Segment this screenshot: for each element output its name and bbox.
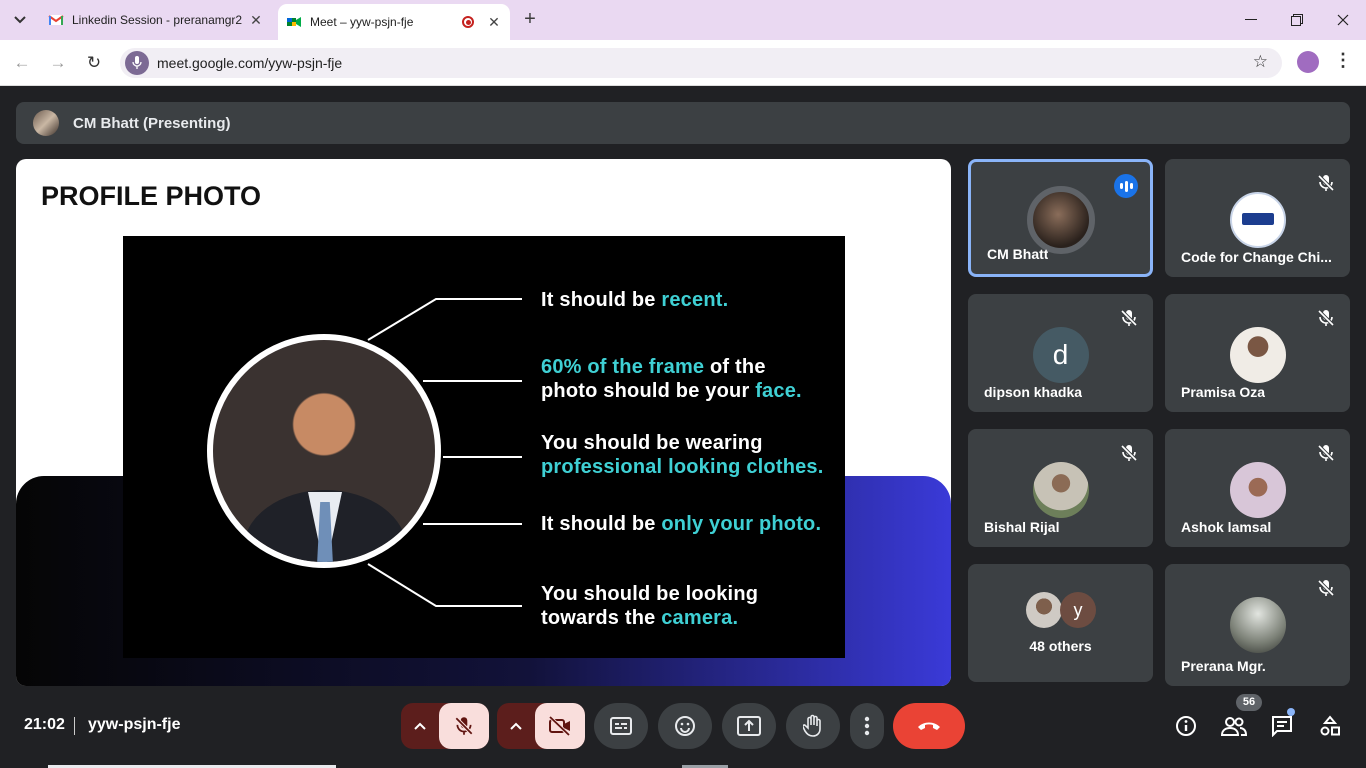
browser-menu-icon[interactable]: ⋮ [1334, 50, 1352, 71]
reactions-button[interactable] [658, 703, 712, 749]
participant-avatar: d [1032, 327, 1089, 383]
presenting-bar: CM Bhatt (Presenting) [16, 102, 1350, 144]
meeting-details-icon[interactable] [1172, 712, 1200, 740]
participant-tile[interactable]: Code for Change Chi... [1165, 159, 1350, 277]
mic-off-icon [1316, 578, 1336, 598]
participant-tile[interactable]: Prerana Mgr. [1165, 564, 1350, 686]
url-text: meet.google.com/yyw-psjn-fje [157, 55, 343, 71]
slide-content: It should be recent. 60% of the frame of… [123, 236, 845, 658]
participant-name: CM Bhatt [987, 246, 1049, 262]
recording-icon [462, 16, 474, 28]
others-count: 48 others [1029, 638, 1092, 654]
restore-button[interactable] [1274, 0, 1320, 40]
forward-arrow-icon[interactable]: → [46, 51, 70, 75]
mic-off-icon [455, 716, 474, 736]
participant-tile[interactable]: CM Bhatt [968, 159, 1153, 277]
camera-off-icon [548, 716, 571, 736]
participant-tile[interactable]: Pramisa Oza [1165, 294, 1350, 412]
speaking-indicator-icon [1114, 174, 1138, 198]
participant-name: Code for Change Chi... [1181, 249, 1332, 265]
others-tile[interactable]: y 48 others [968, 564, 1153, 682]
presenter-label: CM Bhatt (Presenting) [73, 114, 231, 132]
participant-avatar [1229, 462, 1286, 518]
audio-options-chevron-icon[interactable] [401, 703, 439, 749]
hand-icon [803, 714, 821, 737]
close-window-button[interactable] [1320, 0, 1366, 40]
raise-hand-button[interactable] [786, 703, 840, 749]
more-vert-icon [864, 716, 870, 736]
present-screen-icon [737, 716, 761, 736]
participant-name: Prerana Mgr. [1181, 658, 1266, 674]
more-options-button[interactable] [850, 703, 884, 749]
participant-avatar [1032, 462, 1089, 518]
mic-off-icon [1316, 443, 1336, 463]
activities-icon[interactable] [1316, 712, 1344, 740]
tab-gmail[interactable]: Linkedin Session - preranamgr2 ✕ [40, 0, 272, 40]
browser-toolbar: ← → ↻ meet.google.com/yyw-psjn-fje ☆ ⋮ [0, 40, 1366, 86]
participant-avatar [1229, 597, 1286, 653]
tab-title: Linkedin Session - preranamgr2 [72, 13, 243, 27]
tab-strip: Linkedin Session - preranamgr2 ✕ Meet – … [0, 0, 1366, 40]
camera-control-group [497, 703, 585, 749]
toggle-microphone-button[interactable] [439, 703, 489, 749]
participant-tile[interactable]: d dipson khadka [968, 294, 1153, 412]
participant-count-badge: 56 [1236, 694, 1262, 711]
gmail-icon [48, 15, 64, 25]
new-tab-button[interactable]: + [518, 8, 542, 32]
mic-off-icon [1119, 443, 1139, 463]
emoji-icon [675, 716, 695, 736]
slide-point: You should be looking towards the camera… [541, 583, 759, 629]
captions-icon [610, 717, 632, 735]
participant-name: Pramisa Oza [1181, 384, 1266, 400]
unread-chat-dot [1287, 708, 1295, 716]
slide-title: PROFILE PHOTO [41, 181, 262, 211]
captions-button[interactable] [594, 703, 648, 749]
profile-photo-example [207, 334, 441, 568]
microphone-in-use-icon[interactable] [125, 51, 149, 75]
bookmark-star-icon[interactable]: ☆ [1253, 52, 1268, 72]
participant-name: Ashok lamsal [1181, 519, 1272, 535]
address-bar[interactable]: meet.google.com/yyw-psjn-fje ☆ [120, 48, 1282, 78]
people-icon[interactable] [1220, 712, 1248, 740]
tab-search-chevron-icon[interactable] [8, 8, 32, 32]
divider [74, 717, 75, 735]
video-options-chevron-icon[interactable] [497, 703, 535, 749]
end-call-icon [918, 722, 940, 730]
slide-point: It should be only your photo. [541, 513, 822, 535]
mic-off-icon [1119, 308, 1139, 328]
participant-avatar [1229, 192, 1286, 248]
chat-icon[interactable] [1268, 712, 1296, 740]
toggle-camera-button[interactable] [535, 703, 585, 749]
present-button[interactable] [722, 703, 776, 749]
mic-off-icon [1316, 308, 1336, 328]
participant-avatar [1229, 327, 1286, 383]
shared-screen: PROFILE PHOTO It should be recent. 60% o… [16, 159, 951, 686]
microphone-control-group [401, 703, 489, 749]
meet-icon [287, 17, 301, 27]
slide-point: It should be recent. [541, 289, 729, 311]
reload-icon[interactable]: ↻ [82, 51, 106, 75]
mic-off-icon [1316, 173, 1336, 193]
profile-avatar[interactable] [1297, 51, 1319, 73]
meeting-code: yyw-psjn-fje [88, 716, 181, 733]
slide-point: 60% of the frame of the photo should be … [541, 356, 802, 402]
minimize-button[interactable] [1228, 0, 1274, 40]
participant-name: dipson khadka [984, 384, 1083, 400]
participant-name: Bishal Rijal [984, 519, 1060, 535]
close-tab-icon[interactable]: ✕ [486, 14, 502, 31]
participant-avatar [1026, 186, 1095, 254]
back-arrow-icon[interactable]: ← [10, 51, 34, 75]
slide-point: You should be wearing professional looki… [541, 432, 824, 478]
participant-tile[interactable]: Ashok lamsal [1165, 429, 1350, 547]
participant-avatar: y [1060, 592, 1096, 628]
close-tab-icon[interactable]: ✕ [248, 12, 264, 29]
tab-title: Meet – yyw-psjn-fje [310, 15, 414, 29]
meeting-time: 21:02 [24, 716, 65, 733]
tab-meet[interactable]: Meet – yyw-psjn-fje ✕ [278, 4, 510, 40]
leave-call-button[interactable] [893, 703, 965, 749]
presenter-avatar [33, 110, 59, 136]
participant-tile[interactable]: Bishal Rijal [968, 429, 1153, 547]
participant-avatar [1026, 592, 1062, 628]
